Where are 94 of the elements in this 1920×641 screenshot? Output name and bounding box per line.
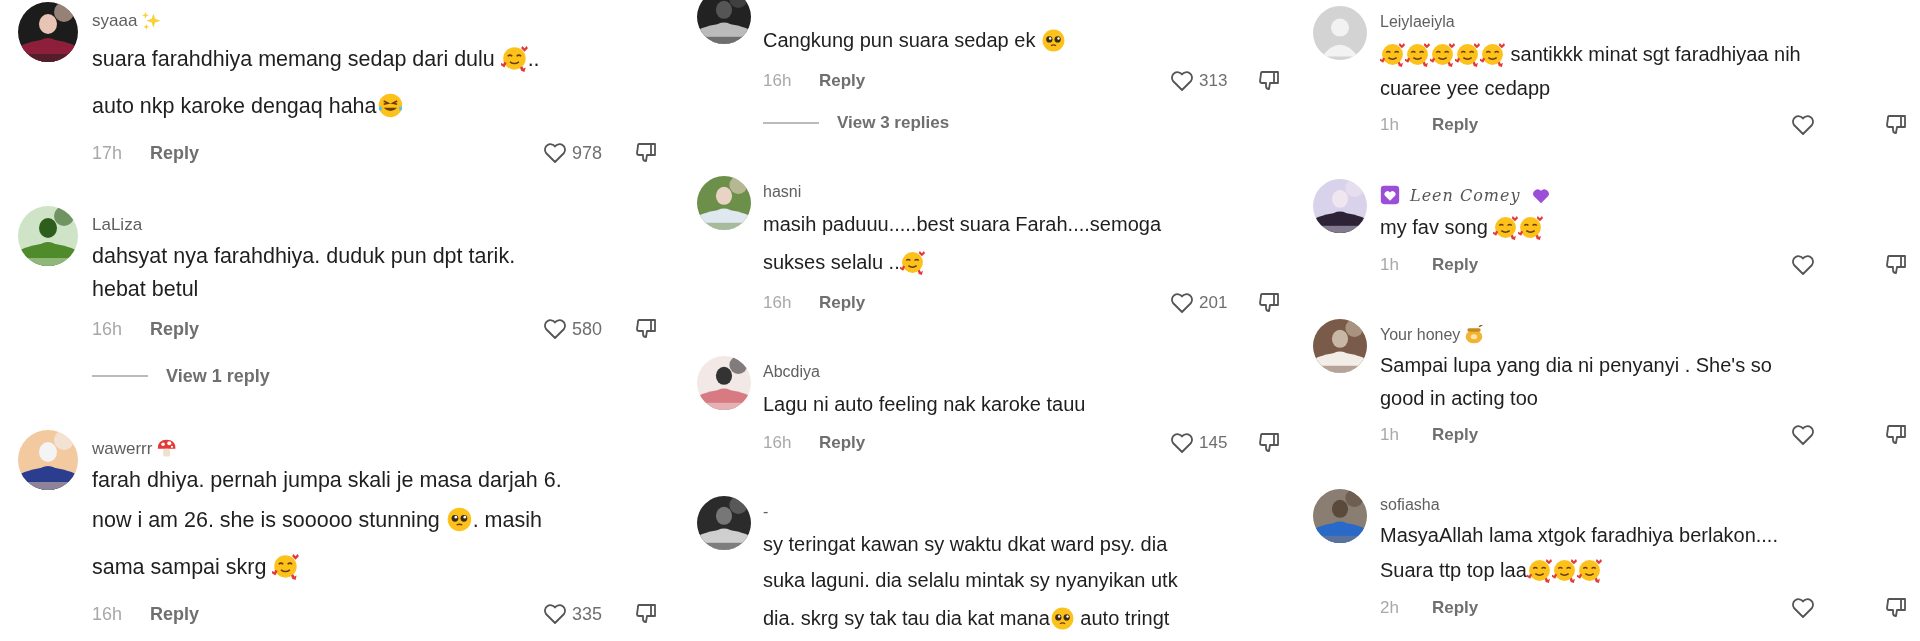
reply-button[interactable]: Reply xyxy=(819,71,866,91)
view-replies-button[interactable]: View 3 replies xyxy=(837,113,950,133)
smiling-face-hearts-icon xyxy=(1526,557,1552,583)
comment-text: masih paduuu.....best suara Farah....semoga xyxy=(763,213,1161,235)
username[interactable]: Your honey xyxy=(1380,326,1461,344)
heart-icon[interactable] xyxy=(1790,112,1816,138)
comment-text: auto tringt xyxy=(1079,607,1170,629)
heart-icon[interactable] xyxy=(1790,595,1816,621)
smiling-face-hearts-icon xyxy=(1455,41,1480,67)
laughing-face-icon xyxy=(376,92,404,119)
comment-text: now i am 26. she is sooooo stunning xyxy=(92,508,441,532)
like-count: 201 xyxy=(1198,293,1229,313)
view-replies-button[interactable]: View 1 reply xyxy=(166,365,270,387)
comment-text: hebat betul xyxy=(92,277,199,301)
smiling-face-hearts-icon xyxy=(1380,41,1405,67)
comment-text: dia. skrg sy tak tau dia kat mana xyxy=(763,607,1050,629)
like-count: 580 xyxy=(571,318,604,340)
timestamp: 16h xyxy=(92,318,124,340)
heart-box-icon xyxy=(1380,185,1400,205)
username[interactable]: sofiasha xyxy=(1380,496,1440,514)
smiling-face-hearts-icon xyxy=(272,553,300,580)
reply-button[interactable]: Reply xyxy=(1432,598,1479,618)
comment-text: cuaree yee cedapp xyxy=(1380,77,1551,99)
timestamp: 17h xyxy=(92,142,124,164)
comment-text: sy teringat kawan sy waktu dkat ward psy. dia xyxy=(763,533,1168,555)
username[interactable]: Leiylaeiyla xyxy=(1380,13,1455,31)
like-count: 313 xyxy=(1198,71,1229,91)
pleading-face-icon xyxy=(1041,27,1066,53)
comment-text: good in acting too xyxy=(1380,387,1538,409)
heart-icon[interactable] xyxy=(1169,68,1195,94)
smiling-face-hearts-icon xyxy=(899,249,925,275)
reply-button[interactable]: Reply xyxy=(150,318,200,340)
like-count: 145 xyxy=(1198,433,1229,453)
timestamp: 16h xyxy=(763,433,793,453)
comment-text: sukses selalu .. xyxy=(763,251,900,273)
smiling-face-hearts-icon xyxy=(1576,557,1602,583)
timestamp: 16h xyxy=(763,71,793,91)
comment-text: Suara ttp top laa xyxy=(1380,559,1527,581)
mushroom-icon xyxy=(156,438,178,460)
reply-button[interactable]: Reply xyxy=(819,433,866,453)
smiling-face-hearts-icon xyxy=(1551,557,1577,583)
comment-text: . masih xyxy=(472,508,542,532)
comment-text: my fav song xyxy=(1380,216,1489,238)
reply-button[interactable]: Reply xyxy=(1432,115,1479,135)
heart-icon[interactable] xyxy=(542,316,568,342)
comment-text: sama sampai skrg xyxy=(92,555,268,579)
like-count: 335 xyxy=(571,603,604,625)
timestamp: 1h xyxy=(1380,425,1400,445)
comment-text: Sampai lupa yang dia ni penyanyi . She's so xyxy=(1380,354,1772,376)
comment-text: auto nkp karoke dengaq haha xyxy=(92,94,377,118)
smiling-face-hearts-icon xyxy=(1430,41,1455,67)
comment-text: .. xyxy=(527,47,540,71)
heart-icon[interactable] xyxy=(542,601,568,627)
reply-button[interactable]: Reply xyxy=(819,293,866,313)
username[interactable]: - xyxy=(763,503,769,521)
heart-icon[interactable] xyxy=(1790,252,1816,278)
comment-text: farah dhiya. pernah jumpa skali je masa darjah 6. xyxy=(92,468,562,492)
smiling-face-hearts-icon xyxy=(1518,214,1544,240)
like-count: 978 xyxy=(571,142,604,164)
timestamp: 16h xyxy=(763,293,793,313)
username[interactable]: Abcdiya xyxy=(763,363,820,381)
avatar-icon xyxy=(1313,6,1367,60)
username[interactable]: hasni xyxy=(763,183,802,201)
timestamp: 1h xyxy=(1380,115,1400,135)
smiling-face-hearts-icon xyxy=(1493,214,1519,240)
smiling-face-hearts-icon xyxy=(1405,41,1430,67)
reply-button[interactable]: Reply xyxy=(150,603,200,625)
timestamp: 1h xyxy=(1380,255,1400,275)
heart-icon[interactable] xyxy=(542,140,568,166)
sparkles-icon xyxy=(141,10,163,32)
pleading-face-icon xyxy=(445,506,473,533)
reply-button[interactable]: Reply xyxy=(1432,425,1479,445)
username[interactable]: wawerrr xyxy=(92,439,153,459)
comment-text: MasyaAllah lama xtgok faradhiya berlakon.... xyxy=(1380,524,1778,546)
username[interactable]: LaLiza xyxy=(92,215,143,235)
comment-text: suka laguni. dia selalu mintak sy nyanyikan utk xyxy=(763,569,1178,591)
honey-pot-icon xyxy=(1464,325,1485,345)
heart-icon[interactable] xyxy=(1169,290,1195,316)
heart-icon[interactable] xyxy=(1169,430,1195,456)
timestamp: 2h xyxy=(1380,598,1400,618)
comment-text: suara farahdhiya memang sedap dari dulu xyxy=(92,47,496,71)
comment-text: santikkk minat sgt faradhiyaa nih xyxy=(1509,43,1801,65)
comment-text: Cangkung pun suara sedap ek xyxy=(763,29,1037,51)
smiling-face-hearts-icon xyxy=(500,45,528,72)
reply-button[interactable]: Reply xyxy=(1432,255,1479,275)
comment-text: Lagu ni auto feeling nak karoke tauu xyxy=(763,393,1086,415)
comment-text: dahsyat nya farahdhiya. duduk pun dpt tarik. xyxy=(92,244,516,268)
username[interactable]: Leen Comey xyxy=(1404,185,1527,205)
pleading-face-icon xyxy=(1049,605,1075,631)
timestamp: 16h xyxy=(92,603,124,625)
heart-icon[interactable] xyxy=(1790,422,1816,448)
smiling-face-hearts-icon xyxy=(1480,41,1505,67)
reply-button[interactable]: Reply xyxy=(150,142,200,164)
username[interactable]: syaaa xyxy=(92,11,138,31)
